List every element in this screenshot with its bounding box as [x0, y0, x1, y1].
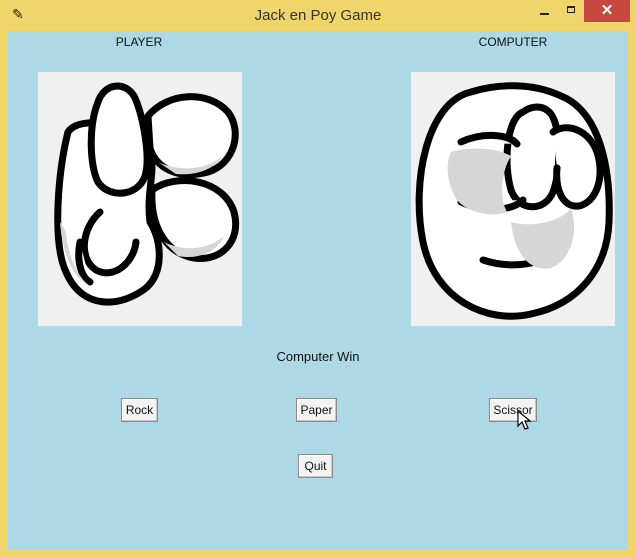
title-bar[interactable]: ✎ Jack en Poy Game ✕: [0, 0, 636, 31]
player-hand-image: [38, 72, 242, 326]
maximize-button[interactable]: [559, 0, 583, 22]
app-window: ✎ Jack en Poy Game ✕ PLAYER COMPUTER Com…: [0, 0, 636, 558]
mouse-cursor-icon: [517, 410, 531, 430]
minimize-button[interactable]: [530, 0, 558, 22]
scissors-hand-icon: [54, 82, 240, 306]
quit-button[interactable]: Quit: [298, 454, 333, 478]
player-label: PLAYER: [115, 35, 163, 49]
computer-hand-image: [411, 72, 615, 326]
rock-button[interactable]: Rock: [121, 398, 158, 422]
paper-button[interactable]: Paper: [296, 398, 337, 422]
close-button[interactable]: ✕: [584, 0, 630, 22]
game-area: PLAYER COMPUTER Computer Win Rock Paper …: [8, 31, 628, 550]
result-text: Computer Win: [276, 349, 360, 364]
computer-label: COMPUTER: [478, 35, 548, 49]
rock-fist-icon: [415, 82, 613, 320]
